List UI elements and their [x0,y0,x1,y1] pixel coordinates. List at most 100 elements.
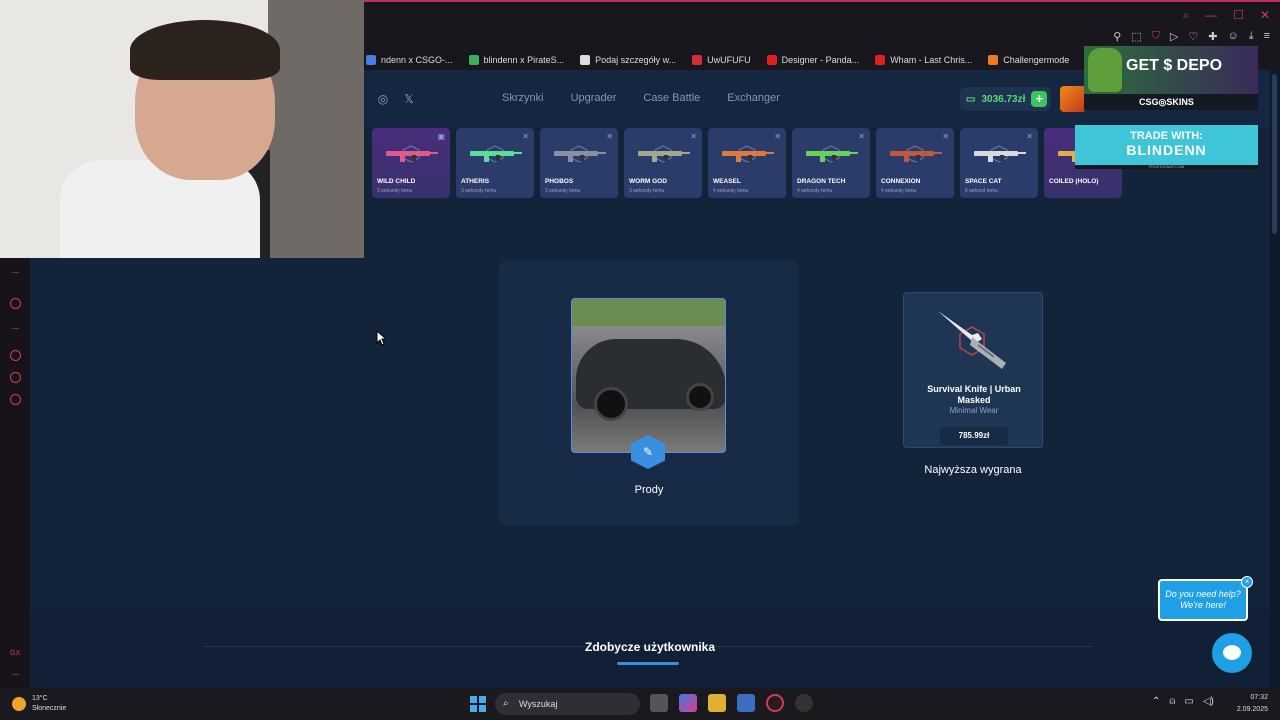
nav-exchanger[interactable]: Exchanger [727,92,780,104]
messenger-icon[interactable] [10,372,21,383]
bookmark-label: blindenn x PirateS... [483,55,565,65]
bookmark-item[interactable]: blindenn x PirateS... [468,55,565,65]
menu-icon[interactable]: ≡ [1264,30,1270,43]
monster-icon [1088,48,1122,92]
file-explorer-icon[interactable] [708,694,726,712]
drop-mark-icon: ✕ [606,132,613,141]
bookmark-label: ndenn x CSGO-... [381,55,453,65]
drop-time: 4 sekundy temu [713,188,749,194]
drop-card[interactable]: ✕ WORM GOD 3 sekundy temu [624,128,702,198]
search-tabs-icon[interactable]: ⌕ [1182,8,1189,23]
bookmark-item[interactable]: Wham - Last Chris... [875,55,972,65]
drop-mark-icon: ▣ [437,132,445,141]
display-icon[interactable]: ▭ [1184,696,1193,707]
drop-card[interactable]: ✕ SPACE CAT 6 sekund temu [960,128,1038,198]
weather-widget[interactable]: 13°C Słonecznie [12,694,66,714]
pin-icon[interactable]: ⚲ [1113,30,1121,43]
drop-card[interactable]: ✕ WEASEL 4 sekundy temu [708,128,786,198]
best-win-card[interactable]: Survival Knife | Urban Masked Minimal We… [903,292,1043,448]
page-scrollbar[interactable] [1270,70,1280,688]
windows-taskbar: 13°C Słonecznie ⌕ Wyszukaj ⌃ ⍝ ▭ ◁) 07:3… [0,688,1280,720]
drop-name: ATHERIS [461,178,490,185]
bookmark-favicon-icon [366,55,376,65]
minimize-button[interactable]: — [1205,8,1217,23]
nav-upgrader[interactable]: Upgrader [571,92,617,104]
bookmark-item[interactable]: ndenn x CSGO-... [366,55,453,65]
drop-card[interactable]: ▣ WILD CHILD 3 sekundy temu [372,128,450,198]
drop-mark-icon: ✕ [1026,132,1033,141]
stream-overlay-trade: TRADE WITH: BLINDENN PIRATESWAP.COM [1075,125,1258,169]
balance-display[interactable]: ▭ 3036.73zł + [960,87,1052,111]
help-bubble[interactable]: Do you need help? We're here! [1158,579,1248,621]
drop-card[interactable]: ✕ PHOBOS 3 sekundy temu [540,128,618,198]
overlay-csgoskins: CSG◎SKINS [1139,97,1194,107]
best-win-price: 785.99zł [940,427,1008,445]
webcam-overlay [0,0,364,258]
weather-temp: 13°C [32,695,48,702]
play-icon[interactable]: ▷ [1170,30,1178,43]
x-icon[interactable]: 𝕏 [402,92,416,106]
section-title[interactable]: Zdobycze użytkownika [30,640,1270,654]
best-win-label: Najwyższa wygrana [924,464,1022,476]
opera-gx-icon[interactable] [766,694,784,712]
bookmark-item[interactable]: Designer - Panda... [766,55,860,65]
heart-icon[interactable]: ♡ [1188,30,1198,43]
gx-icon[interactable]: GX [10,650,20,657]
obs-icon[interactable] [795,694,813,712]
webcam-window [268,0,364,258]
drop-name: COILED (HOLO) [1049,178,1099,185]
weapon-icon [974,145,1026,163]
close-icon[interactable]: × [1241,576,1253,588]
scrollbar-thumb[interactable] [1272,74,1277,234]
balance-value: 3036.73zł [981,93,1026,105]
sidebar-more-icon[interactable] [12,674,19,675]
settings-icon[interactable] [10,394,21,405]
deposit-button[interactable]: + [1031,91,1048,107]
section-underline [617,662,679,665]
download-icon[interactable]: ⤓ [1249,30,1254,43]
snapshot-icon[interactable]: ⬚ [1131,30,1141,43]
bookmark-item[interactable]: Podaj szczegóły w... [580,55,676,65]
user-avatar[interactable] [1060,86,1086,112]
maximize-button[interactable]: ☐ [1233,8,1244,23]
close-button[interactable]: ✕ [1260,8,1270,23]
drop-name: PHOBOS [545,178,574,185]
drop-name: WILD CHILD [377,178,416,185]
player-icon[interactable] [10,298,21,309]
store-icon[interactable] [737,694,755,712]
chat-icon [1223,645,1241,660]
drop-mark-icon: ✕ [522,132,529,141]
clock[interactable]: 07:32 2.09.2025 [1234,692,1268,716]
search-icon: ⌕ [503,698,509,709]
bookmark-item[interactable]: UwUFUFU [692,55,751,65]
microphone-icon[interactable]: ⍝ [1169,696,1175,707]
copilot-icon[interactable] [679,694,697,712]
shield-icon[interactable]: ⛉ [1152,30,1160,43]
drop-card[interactable]: ✕ ATHERIS 3 sekundy temu [456,128,534,198]
weapon-icon [890,145,942,163]
history-icon[interactable] [10,350,21,361]
drop-card[interactable]: ✕ DRAGON TECH 4 sekundy temu [792,128,870,198]
best-win-name: Survival Knife | Urban Masked [927,384,1021,405]
drop-time: 3 sekundy temu [377,188,413,194]
instagram-icon[interactable]: ◎ [376,92,390,106]
best-win-wear: Minimal Wear [949,406,999,415]
chevron-up-icon[interactable]: ⌃ [1152,696,1160,707]
taskbar-search[interactable]: ⌕ Wyszukaj [495,693,640,715]
start-button[interactable] [470,696,486,712]
live-drops: ▣ WILD CHILD 3 sekundy temu ✕ ATHERIS 3 sekun… [372,128,1122,198]
nav-case-battle[interactable]: Case Battle [643,92,700,104]
task-view-icon[interactable] [650,694,668,712]
drop-card[interactable]: ✕ CONNEXION 4 sekundy temu [876,128,954,198]
profile-icon[interactable]: ☺ [1227,30,1238,43]
car-wheel [686,383,714,411]
bookmark-item[interactable]: Challengermode [988,55,1069,65]
drop-name: DRAGON TECH [797,178,846,185]
volume-icon[interactable]: ◁) [1203,696,1214,707]
bookmark-label: Designer - Panda... [781,55,860,65]
nav-skrzynki[interactable]: Skrzynki [502,92,544,104]
drop-name: SPACE CAT [965,178,1002,185]
extensions-icon[interactable]: ✚ [1208,30,1217,43]
chat-button[interactable] [1212,633,1252,673]
drop-name: CONNEXION [881,178,921,185]
